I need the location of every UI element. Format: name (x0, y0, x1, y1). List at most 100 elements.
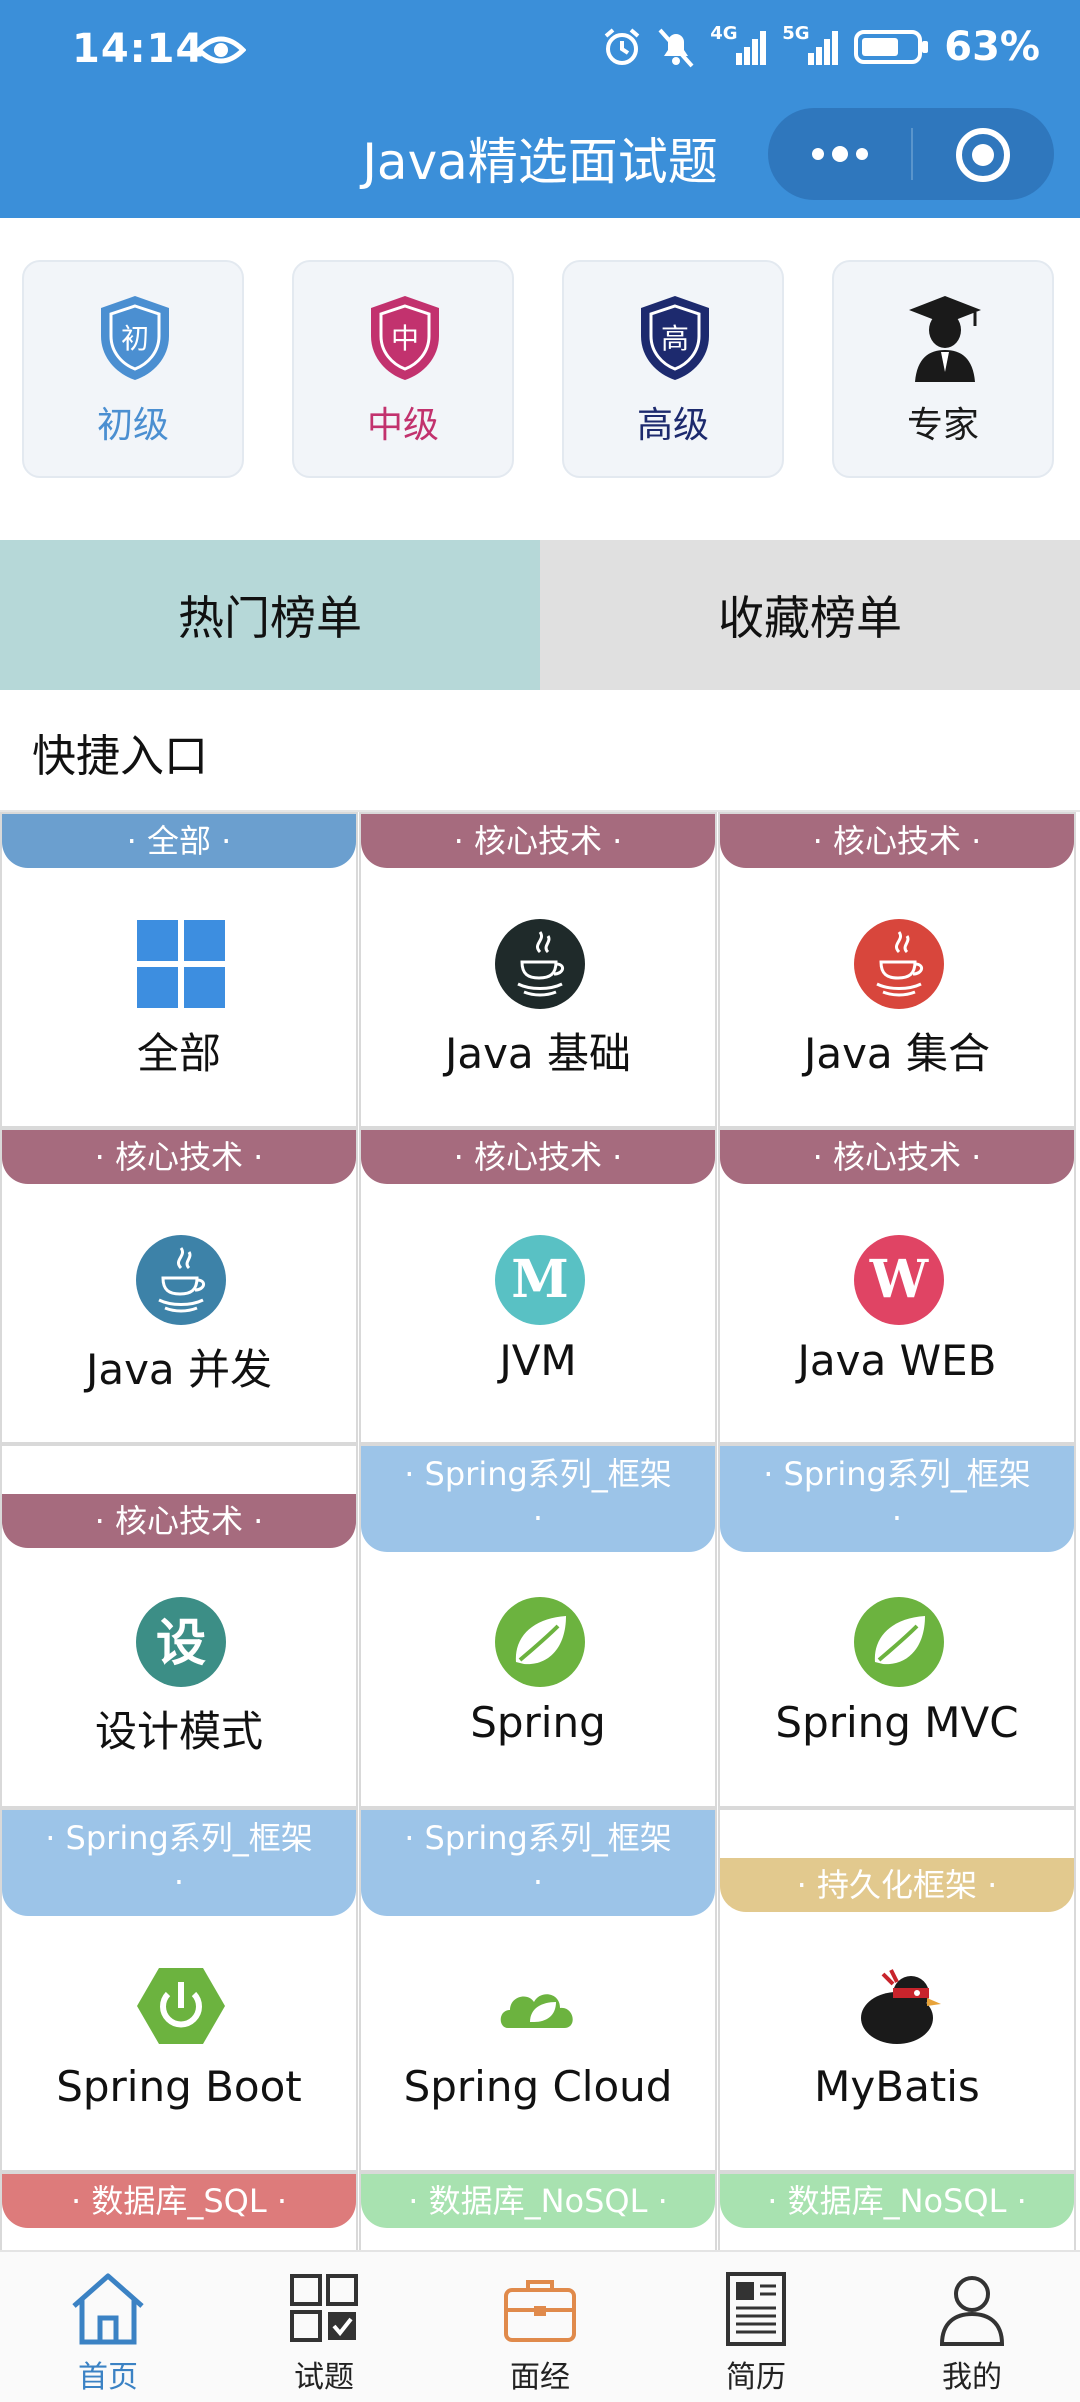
category-card-java-web[interactable]: · 核心技术 · W Java WEB (718, 1128, 1076, 1444)
letter-glyph: M (511, 1249, 569, 1310)
level-selector: 初 初级 中 中级 高 高级 专家 (0, 218, 1080, 540)
level-label: 初级 (96, 405, 169, 446)
letter-m-icon: M (495, 1235, 585, 1325)
category-card-spring-mvc[interactable]: · Spring系列_框架 · Spring MVC (718, 1444, 1076, 1808)
category-label: Spring MVC (775, 1698, 1019, 1747)
level-card-expert[interactable]: 专家 (832, 260, 1054, 478)
category-card-mybatis[interactable]: · 持久化框架 · MyBatis (718, 1808, 1076, 2172)
status-time: 14:14 (72, 26, 205, 72)
category-tag-line: · (173, 1863, 185, 1901)
category-card-spring[interactable]: · Spring系列_框架 · Spring (359, 1444, 717, 1808)
category-tag-line: · (532, 1863, 544, 1901)
shield-icon: 初 (101, 296, 169, 380)
category-tag-line: · (891, 1499, 903, 1537)
category-card-spring-cloud[interactable]: · Spring系列_框架 · Spring Cloud (359, 1808, 717, 2172)
category-card-spring-boot[interactable]: · Spring系列_框架 · Spring Boot (0, 1808, 358, 2172)
more-dots-icon[interactable] (808, 136, 872, 172)
section-title: 快捷入口 (32, 731, 208, 782)
category-tag: · 数据库_NoSQL · (720, 2174, 1074, 2228)
status-icons: 4G 5G 63% (602, 23, 1040, 70)
category-tag: · 核心技术 · (720, 1130, 1074, 1184)
shortcut-grid: · 全部 · 全部 · 核心技术 · Java 基础 · 核心技术 · Java… (0, 812, 1080, 2252)
category-card-design-patterns[interactable]: · 核心技术 · 设 设计模式 (0, 1444, 358, 1808)
category-label: Spring Boot (56, 2062, 302, 2111)
java-icon (854, 919, 944, 1009)
level-card-senior[interactable]: 高 高级 (562, 260, 784, 478)
category-tag: · Spring系列_框架 · (361, 1446, 715, 1552)
user-icon (939, 2276, 1005, 2346)
mute-bell-icon (658, 28, 694, 68)
category-card-java-concurrency[interactable]: · 核心技术 · Java 并发 (0, 1128, 358, 1444)
category-card-all[interactable]: · 全部 · 全部 (0, 812, 358, 1128)
category-label: Java 基础 (444, 1029, 632, 1078)
nav-home[interactable]: 首页 (0, 2252, 216, 2402)
category-label: JVM (499, 1336, 577, 1385)
signal-5g-icon: 5G (782, 23, 840, 67)
home-icon (72, 2273, 144, 2345)
title-bar: 14:14 4G 5G 63% Java精选面试题 (0, 0, 1080, 218)
nav-interview-experience[interactable]: 面经 (432, 2252, 648, 2402)
signal-4g-icon: 4G (710, 23, 768, 67)
ranking-tabs: 热门榜单 收藏榜单 (0, 540, 1080, 690)
category-label: MyBatis (814, 2062, 980, 2111)
tab-favorite-ranking[interactable]: 收藏榜单 (540, 540, 1080, 690)
category-tag: · 核心技术 · (2, 1130, 356, 1184)
category-label: Spring Cloud (403, 2062, 673, 2111)
nav-label: 试题 (294, 2360, 354, 2395)
mybatis-bird-icon (861, 1969, 941, 2044)
category-label: Java WEB (797, 1336, 997, 1385)
category-card-jvm[interactable]: · 核心技术 · M JVM (359, 1128, 717, 1444)
spring-cloud-icon (500, 1994, 573, 2028)
letter-she-icon: 设 (136, 1597, 226, 1687)
windows-grid-icon (137, 920, 225, 1008)
category-tag: · Spring系列_框架 · (720, 1446, 1074, 1552)
nav-profile[interactable]: 我的 (864, 2252, 1080, 2402)
category-card-java-collections[interactable]: · 核心技术 · Java 集合 (718, 812, 1076, 1128)
resume-icon (726, 2272, 786, 2346)
spring-leaf-icon (854, 1597, 944, 1687)
eye-icon (196, 36, 246, 64)
category-card-database-sql[interactable]: · 数据库_SQL · (0, 2172, 358, 2252)
alarm-icon (604, 28, 640, 65)
category-tag-line: · (532, 1499, 544, 1537)
nav-questions[interactable]: 试题 (216, 2252, 432, 2402)
level-label: 中级 (366, 405, 439, 446)
shield-char: 高 (661, 322, 689, 355)
category-tag: · 数据库_NoSQL · (361, 2174, 715, 2228)
category-label: Spring (470, 1698, 606, 1747)
java-icon (136, 1235, 226, 1325)
nav-resume[interactable]: 简历 (648, 2252, 864, 2402)
java-icon (495, 919, 585, 1009)
level-card-intermediate[interactable]: 中 中级 (292, 260, 514, 478)
category-tag: · 全部 · (2, 814, 356, 868)
category-card-java-basics[interactable]: · 核心技术 · Java 基础 (359, 812, 717, 1128)
spring-boot-icon (137, 1968, 225, 2044)
category-label: Java 并发 (85, 1345, 273, 1394)
shield-icon: 中 (371, 296, 439, 380)
category-tag-line: · Spring系列_框架 (404, 1455, 672, 1493)
graduate-icon (909, 296, 981, 382)
category-tag-line: · Spring系列_框架 (45, 1819, 313, 1857)
shield-char: 初 (121, 322, 149, 355)
letter-glyph: W (869, 1249, 930, 1310)
bottom-navigation: 首页 试题 面经 简历 我的 (0, 2250, 1080, 2402)
category-card-database-nosql[interactable]: · 数据库_NoSQL · (359, 2172, 717, 2252)
category-tag: · 持久化框架 · (720, 1858, 1074, 1912)
grid-check-icon (290, 2274, 358, 2342)
level-label: 高级 (636, 405, 709, 446)
battery-icon (854, 30, 929, 64)
capsule-divider (911, 128, 913, 180)
category-card-database-nosql[interactable]: · 数据库_NoSQL · (718, 2172, 1076, 2252)
shield-icon: 高 (641, 296, 709, 380)
nav-label: 简历 (726, 2360, 786, 2395)
spring-leaf-icon (495, 1597, 585, 1687)
level-card-junior[interactable]: 初 初级 (22, 260, 244, 478)
close-target-icon[interactable] (954, 126, 1012, 184)
category-tag: · 核心技术 · (361, 814, 715, 868)
nav-label: 我的 (942, 2360, 1002, 2395)
tab-hot-ranking[interactable]: 热门榜单 (0, 540, 540, 690)
nav-label: 首页 (78, 2360, 138, 2395)
miniprogram-capsule (768, 108, 1054, 200)
category-label: 设计模式 (94, 1707, 263, 1756)
level-label: 专家 (906, 405, 979, 446)
